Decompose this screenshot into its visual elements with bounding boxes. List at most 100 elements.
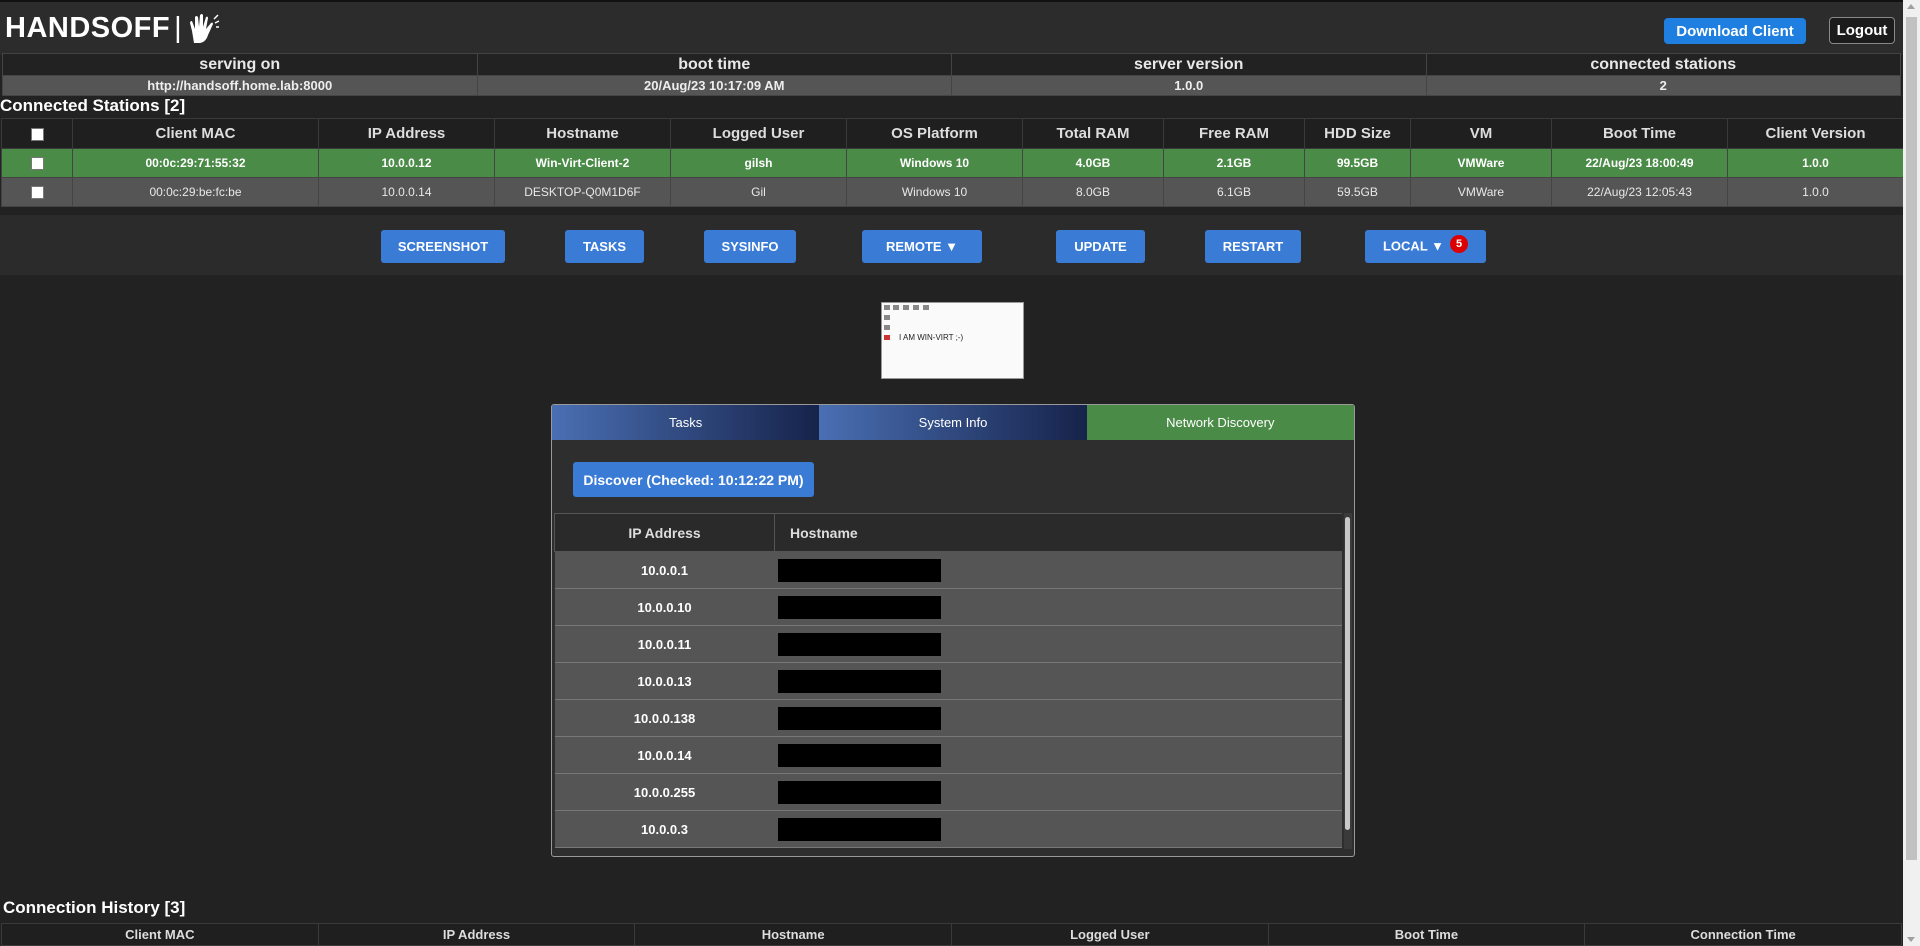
column-header[interactable]: OS Platform — [846, 118, 1023, 149]
remote-dropdown-button[interactable]: REMOTE ▼ — [862, 230, 982, 263]
hostname-cell — [774, 588, 1342, 626]
column-header[interactable]: Logged User — [670, 118, 847, 149]
server-info-header: server version — [951, 53, 1427, 76]
hostname-cell — [774, 736, 1342, 774]
column-header[interactable]: Boot Time — [1551, 118, 1728, 149]
discovery-table-container: IP Address Hostname 10.0.0.1 10.0.0.10 1… — [554, 513, 1342, 853]
local-dropdown-button[interactable]: LOCAL ▼ 5 — [1365, 230, 1486, 263]
update-button[interactable]: UPDATE — [1056, 230, 1145, 263]
column-header[interactable]: VM — [1410, 118, 1552, 149]
column-header[interactable]: Total RAM — [1022, 118, 1164, 149]
desktop-icon — [884, 325, 890, 330]
column-header: IP Address — [554, 513, 775, 552]
table-row: 10.0.0.255 — [554, 773, 1342, 811]
column-header[interactable]: Hostname — [634, 923, 952, 946]
cell-total-ram: 4.0GB — [1022, 148, 1164, 178]
table-row: 10.0.0.10 — [554, 588, 1342, 626]
ip-cell: 10.0.0.11 — [554, 625, 775, 663]
server-info-header-row: serving on boot time server version conn… — [2, 53, 1901, 76]
desktop-icon — [903, 305, 909, 310]
scroll-up-arrow-icon[interactable] — [1907, 4, 1915, 9]
cell-client-version: 1.0.0 — [1727, 177, 1904, 207]
discovery-scrollbar[interactable] — [1344, 513, 1352, 849]
column-header[interactable]: Client Version — [1727, 118, 1904, 149]
hand-icon — [190, 13, 220, 43]
column-header[interactable]: Client MAC — [1, 923, 319, 946]
history-table: Client MAC IP Address Hostname Logged Us… — [1, 923, 1902, 946]
redacted-hostname — [777, 706, 941, 730]
screenshot-thumbnail[interactable]: I AM WIN-VIRT ;-) — [881, 302, 1024, 379]
ip-cell: 10.0.0.255 — [554, 773, 775, 811]
ip-cell: 10.0.0.14 — [554, 736, 775, 774]
redacted-hostname — [777, 632, 941, 656]
restart-button[interactable]: RESTART — [1205, 230, 1301, 263]
logout-button[interactable]: Logout — [1829, 17, 1895, 44]
row-checkbox[interactable] — [30, 186, 44, 200]
redacted-hostname — [777, 669, 941, 693]
scroll-down-arrow-icon[interactable] — [1907, 937, 1915, 942]
ip-cell: 10.0.0.3 — [554, 810, 775, 848]
column-header[interactable]: Client MAC — [72, 118, 319, 149]
top-bar: HANDSOFF | Download Client Logout — [0, 0, 1903, 55]
server-info-table: serving on boot time server version conn… — [2, 53, 1901, 96]
table-row: 10.0.0.14 — [554, 736, 1342, 774]
details-panel: Tasks System Info Network Discovery Disc… — [551, 404, 1355, 857]
column-header[interactable]: HDD Size — [1304, 118, 1411, 149]
row-select-cell — [1, 177, 73, 207]
desktop-icon — [893, 305, 899, 310]
cell-free-ram: 2.1GB — [1163, 148, 1305, 178]
server-info-header: boot time — [476, 53, 952, 76]
row-select-cell — [1, 148, 73, 178]
tab-network-discovery[interactable]: Network Discovery — [1086, 405, 1354, 440]
column-header[interactable]: Boot Time — [1267, 923, 1586, 946]
hostname-cell — [774, 551, 1342, 589]
desktop-icon — [884, 315, 890, 320]
tab-system-info[interactable]: System Info — [819, 405, 1087, 440]
local-button-label: LOCAL ▼ — [1382, 237, 1444, 253]
redacted-hostname — [777, 743, 941, 767]
screenshot-button[interactable]: SCREENSHOT — [381, 230, 505, 263]
cell-hdd: 99.5GB — [1304, 148, 1411, 178]
station-row-selected[interactable]: 00:0c:29:71:55:32 10.0.0.12 Win-Virt-Cli… — [1, 148, 1904, 178]
scrollbar-thumb[interactable] — [1345, 517, 1350, 830]
brand-name: HANDSOFF — [5, 12, 171, 44]
serving-on-value: http://handsoff.home.lab:8000 — [2, 75, 478, 96]
stations-table: Client MAC IP Address Hostname Logged Us… — [1, 118, 1904, 207]
hostname-cell — [774, 625, 1342, 663]
cell-vm: VMWare — [1410, 177, 1552, 207]
discover-button[interactable]: Discover (Checked: 10:12:22 PM) — [573, 462, 814, 497]
server-version-value: 1.0.0 — [951, 75, 1427, 96]
brand-separator: | — [174, 12, 183, 44]
desktop-icon — [884, 305, 890, 310]
sysinfo-button[interactable]: SYSINFO — [704, 230, 796, 263]
panel-tabs: Tasks System Info Network Discovery — [552, 405, 1354, 440]
desktop-icon — [923, 305, 929, 310]
window-scrollbar[interactable] — [1903, 0, 1920, 946]
column-header[interactable]: Logged User — [950, 923, 1269, 946]
scrollbar-thumb[interactable] — [1906, 17, 1917, 860]
column-header[interactable]: Hostname — [494, 118, 671, 149]
server-info-value-row: http://handsoff.home.lab:8000 20/Aug/23 … — [2, 75, 1901, 96]
table-row: 10.0.0.11 — [554, 625, 1342, 663]
column-header[interactable]: IP Address — [317, 923, 636, 946]
tasks-button[interactable]: TASKS — [565, 230, 644, 263]
row-checkbox[interactable] — [30, 157, 44, 171]
ip-cell: 10.0.0.138 — [554, 699, 775, 737]
ip-cell: 10.0.0.1 — [554, 551, 775, 589]
cell-mac: 00:0c:29:be:fc:be — [72, 177, 319, 207]
column-header[interactable]: Free RAM — [1163, 118, 1305, 149]
cell-client-version: 1.0.0 — [1727, 148, 1904, 178]
table-row: 10.0.0.3 — [554, 810, 1342, 848]
stations-header-row: Client MAC IP Address Hostname Logged Us… — [1, 118, 1904, 149]
cell-ip: 10.0.0.14 — [318, 177, 495, 207]
download-client-button[interactable]: Download Client — [1664, 18, 1806, 44]
station-row[interactable]: 00:0c:29:be:fc:be 10.0.0.14 DESKTOP-Q0M1… — [1, 177, 1904, 207]
select-all-checkbox[interactable] — [30, 127, 44, 141]
boot-time-value: 20/Aug/23 10:17:09 AM — [476, 75, 952, 96]
desktop-icon — [913, 305, 919, 310]
desktop-icon — [884, 335, 890, 340]
tab-tasks[interactable]: Tasks — [552, 405, 820, 440]
column-header[interactable]: Connection Time — [1584, 923, 1902, 946]
cell-mac: 00:0c:29:71:55:32 — [72, 148, 319, 178]
column-header[interactable]: IP Address — [318, 118, 495, 149]
